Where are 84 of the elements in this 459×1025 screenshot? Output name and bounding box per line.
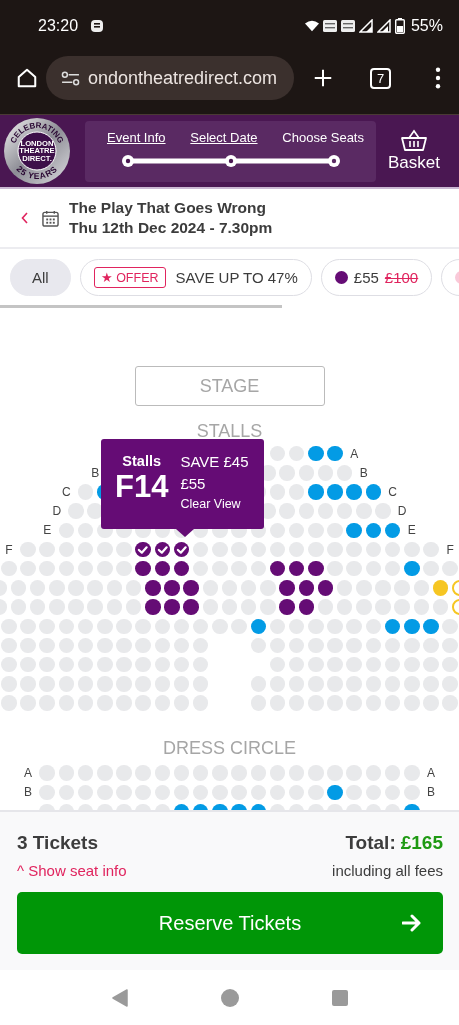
seat[interactable] xyxy=(154,541,171,558)
price-label: £55 xyxy=(353,268,379,286)
row-label: E xyxy=(43,523,52,538)
home-icon[interactable] xyxy=(16,67,38,89)
tab-switcher[interactable]: 7 xyxy=(370,67,391,89)
seat[interactable] xyxy=(317,580,334,596)
seat[interactable] xyxy=(279,580,295,596)
filter-chip[interactable]: All xyxy=(10,258,71,296)
message-icon xyxy=(90,19,105,33)
section-label: DRESS CIRCLE xyxy=(163,736,296,760)
site-settings-icon[interactable] xyxy=(61,70,80,86)
old-price: £100 xyxy=(384,268,419,286)
offer-badge: ★ OFFER xyxy=(93,266,166,288)
tooltip-saving: SAVE £45 xyxy=(180,453,249,470)
tooltip-seat: F14 xyxy=(115,469,169,505)
total-label: Total: xyxy=(345,832,396,854)
row-label: D xyxy=(52,504,62,519)
seat[interactable] xyxy=(164,580,180,596)
offer-filter-chip[interactable]: ★ OFFER SAVE UP TO 47% xyxy=(79,258,312,296)
volte-icon xyxy=(322,19,337,33)
arrow-icon xyxy=(402,914,422,932)
seat[interactable] xyxy=(298,599,314,615)
signal-icon xyxy=(376,19,391,33)
seat-info-link[interactable]: ^ Show seat info xyxy=(17,862,127,879)
seat[interactable] xyxy=(288,560,305,577)
ticket-count: 3 Tickets xyxy=(17,832,99,854)
clock: 23:20 xyxy=(38,17,79,35)
section-label: STALLS xyxy=(196,420,263,443)
seat[interactable] xyxy=(173,541,190,558)
volte-icon xyxy=(340,19,355,33)
row-label: A xyxy=(350,446,359,461)
step-link[interactable]: Choose Seats xyxy=(282,129,364,145)
fees-note: including all fees xyxy=(332,862,443,879)
back-icon[interactable] xyxy=(21,212,29,224)
show-title: The Play That Goes Wrong xyxy=(69,199,267,217)
seat[interactable] xyxy=(269,560,286,577)
row-label: A xyxy=(24,766,33,781)
wifi-icon xyxy=(304,19,319,33)
row-label: C xyxy=(62,484,71,499)
step-link[interactable]: Event Info xyxy=(107,129,166,145)
seat[interactable] xyxy=(135,541,151,558)
calendar-icon xyxy=(42,209,59,227)
seat[interactable] xyxy=(308,560,324,577)
battery-icon xyxy=(394,18,405,34)
basket-icon xyxy=(401,129,427,151)
row-label: D xyxy=(397,504,407,519)
signal-icon xyxy=(358,19,373,33)
offer-label: SAVE UP TO 47% xyxy=(175,268,298,286)
seat[interactable] xyxy=(154,560,171,577)
url-text: ondontheatredirect.com xyxy=(88,67,278,89)
seat[interactable] xyxy=(279,599,295,615)
reserve-button[interactable]: Reserve Tickets xyxy=(17,892,443,954)
row-label: F xyxy=(446,542,454,557)
battery-level: 55% xyxy=(410,17,443,35)
seat[interactable] xyxy=(183,580,199,596)
step-link[interactable]: Select Date xyxy=(190,129,258,145)
seat[interactable] xyxy=(145,599,161,615)
tooltip-view: Clear View xyxy=(180,497,241,511)
total-price: £165 xyxy=(400,832,443,854)
seat[interactable] xyxy=(135,560,151,577)
seat[interactable] xyxy=(173,560,190,577)
back-icon[interactable] xyxy=(110,988,129,1007)
tooltip-price: £55 xyxy=(180,475,206,492)
seat[interactable] xyxy=(164,599,180,615)
tooltip-section: Stalls xyxy=(122,453,162,469)
seat[interactable] xyxy=(145,580,161,596)
menu-icon[interactable] xyxy=(435,67,441,89)
performance-date: Thu 12th Dec 2024 - 7.30pm xyxy=(69,219,273,237)
row-label: E xyxy=(407,523,416,538)
row-label: F xyxy=(5,542,13,557)
address-bar[interactable]: ondontheatredirect.com xyxy=(46,56,294,100)
row-label: A xyxy=(426,766,435,781)
stage-label: STAGE xyxy=(134,366,325,406)
seat[interactable] xyxy=(183,599,199,615)
seat[interactable] xyxy=(298,580,314,596)
price-filter-chip[interactable]: £55 £100 xyxy=(320,258,433,296)
row-label: C xyxy=(388,484,397,499)
row-label: B xyxy=(426,785,435,800)
row-label: B xyxy=(359,465,368,480)
recents-icon[interactable] xyxy=(330,988,349,1007)
row-label: B xyxy=(24,785,33,800)
row-label: B xyxy=(91,465,100,480)
basket-button[interactable]: Basket xyxy=(388,129,440,173)
plus-icon[interactable] xyxy=(312,67,334,89)
